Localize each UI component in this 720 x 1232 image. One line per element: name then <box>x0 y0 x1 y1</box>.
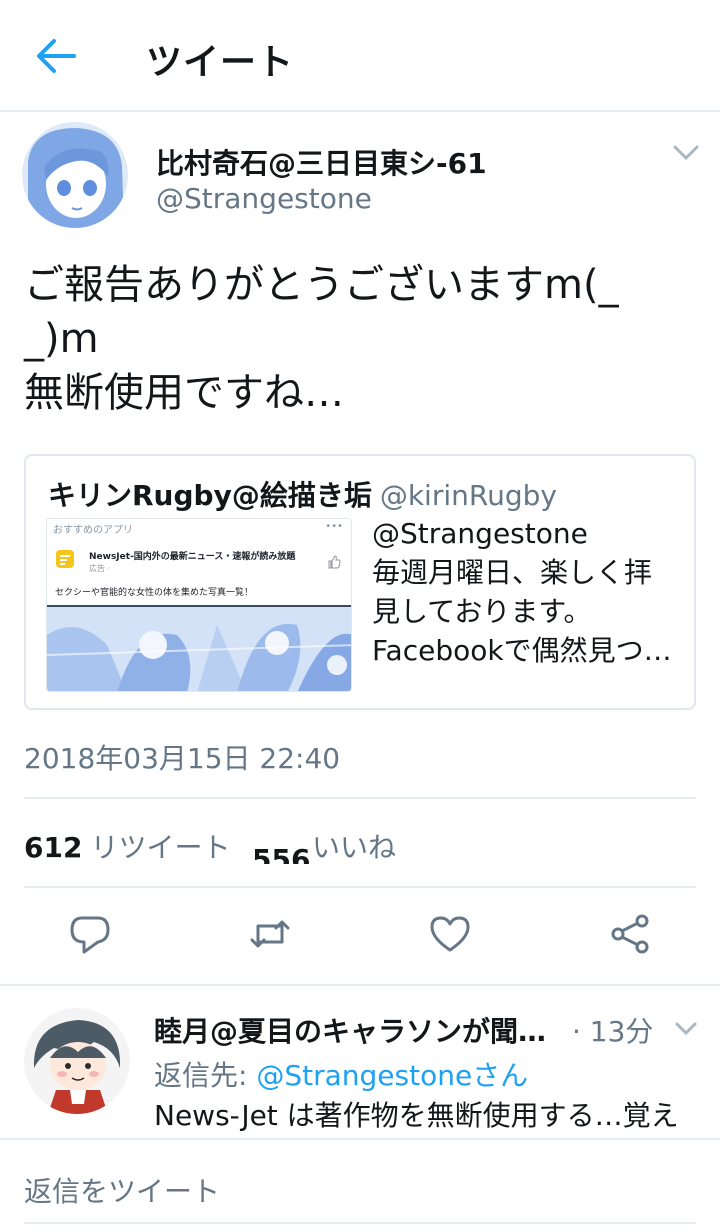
tweet-text: ご報告ありがとうございますm(_ _)m 無断使用ですね… <box>24 262 619 416</box>
quoted-author-handle: @kirinRugby <box>379 479 557 512</box>
like-button[interactable] <box>428 912 472 956</box>
reply-to-prefix: 返信先: <box>154 1059 257 1092</box>
reply-compose-bar: 返信をツイート <box>0 1138 720 1232</box>
reply-to-line: 返信先: @Strangestoneさん <box>154 1054 528 1094</box>
quoted-author-name: キリンRugby@絵描き垢 <box>48 479 372 512</box>
reply-icon <box>70 916 110 954</box>
compose-underline <box>24 1222 696 1224</box>
author-handle[interactable]: @Strangestone <box>156 182 372 215</box>
quoted-tweet-image[interactable]: おすすめのアプリ ••• NewsJet-国内外の最新ニュース・速報が読み放題 … <box>46 518 352 692</box>
reply-time: · 13分 <box>572 1015 654 1048</box>
app-logo-icon <box>56 550 74 568</box>
ad-label: 広告 · <box>89 564 111 573</box>
ad-description: セクシーや官能的な女性の体を集めた写真一覧！ <box>55 588 254 598</box>
tweet-actions <box>0 912 720 962</box>
heart-icon <box>430 916 470 952</box>
image-header-text: おすすめのアプリ <box>53 525 133 536</box>
retweet-button[interactable] <box>248 912 292 956</box>
more-options-button[interactable] <box>672 143 700 163</box>
retweet-label: リツイート <box>90 831 231 864</box>
divider <box>24 886 696 888</box>
retweet-count: 612 <box>24 831 83 864</box>
quoted-text-line: @Strangestone <box>372 517 588 550</box>
reply-author-name[interactable]: 睦月@夏目のキャラソンが聞… <box>154 1010 554 1050</box>
quoted-tweet[interactable]: キリンRugby@絵描き垢 @kirinRugby おすすめのアプリ ••• Ne… <box>24 454 696 710</box>
quoted-text-line: Facebookで偶然見つ… <box>372 634 672 667</box>
reply-to-handle[interactable]: @Strangestoneさん <box>256 1059 528 1092</box>
back-button[interactable] <box>34 36 78 76</box>
author-avatar[interactable] <box>22 122 128 228</box>
app-name: NewsJet-国内外の最新ニュース・速報が読み放題 <box>89 552 296 562</box>
arrow-left-icon <box>37 39 76 73</box>
page-title: ツイート <box>146 42 295 83</box>
tweet-timestamp: 2018年03月15日 22:40 <box>24 742 341 775</box>
chevron-down-icon <box>675 1022 697 1036</box>
share-button[interactable] <box>608 912 652 956</box>
retweet-icon <box>250 920 290 948</box>
quoted-text-line: 見しております。 <box>372 595 592 628</box>
retweet-stat[interactable]: 612 リツイート <box>24 826 230 866</box>
image-more-icon: ••• <box>325 521 343 532</box>
reply-text: News-Jet は著作物を無断使用する…覚え <box>154 1099 679 1132</box>
thumbs-up-icon <box>328 555 341 569</box>
author-name[interactable]: 比村奇石@三日目東シ-61 <box>156 142 487 182</box>
like-label[interactable]: いいね <box>312 826 396 866</box>
like-count[interactable]: 556 <box>252 842 310 864</box>
top-bar: ツイート <box>0 0 720 112</box>
quoted-tweet-text: @Strangestone 毎週月曜日、楽しく拝 見しております。 Facebo… <box>372 514 692 670</box>
chevron-down-icon <box>673 145 699 161</box>
quoted-tweet-header: キリンRugby@絵描き垢 @kirinRugby <box>48 474 557 514</box>
quoted-text-line: 毎週月曜日、楽しく拝 <box>372 556 653 589</box>
divider <box>24 797 696 799</box>
divider <box>0 984 720 986</box>
share-icon <box>611 914 649 954</box>
reply-more-button[interactable] <box>674 1020 698 1038</box>
reply-button[interactable] <box>68 912 112 956</box>
reply-author-avatar[interactable] <box>24 1008 130 1114</box>
reply-input[interactable]: 返信をツイート <box>24 1170 220 1210</box>
ad-illustration <box>47 605 351 691</box>
